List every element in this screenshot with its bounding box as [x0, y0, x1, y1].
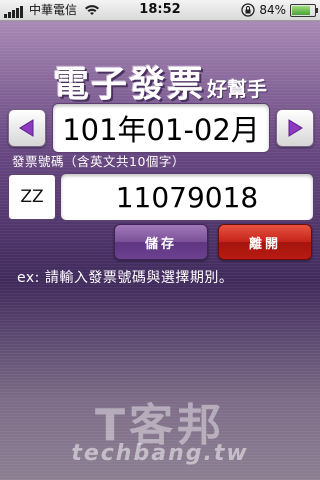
invoice-number-field[interactable]: 11079018 — [60, 173, 314, 221]
watermark-logo-en: techbang.tw — [71, 441, 249, 466]
status-bar: 中華電信 18:52 84% — [0, 0, 320, 21]
triangle-right-icon — [288, 119, 303, 137]
exit-button[interactable]: 離開 — [218, 224, 312, 260]
period-display[interactable]: 101年01-02月 — [52, 103, 270, 153]
invoice-prefix-field[interactable]: ZZ — [8, 174, 56, 220]
triangle-left-icon — [19, 119, 34, 137]
save-button[interactable]: 儲存 — [114, 224, 208, 260]
battery-icon — [290, 3, 318, 17]
app-title-main: 電子發票 — [52, 64, 205, 105]
battery-percent: 84% — [259, 3, 286, 17]
app-title: 電子發票 好幫手 — [0, 55, 320, 107]
app-title-sub: 好幫手 — [207, 77, 267, 101]
instruction-text: ex: 請輸入發票號碼與選擇期別。 — [17, 270, 234, 286]
status-right: 84% — [241, 0, 318, 20]
battery-fill — [292, 5, 311, 15]
invoice-number-hint: 發票號碼（含英文共10個字） — [12, 154, 185, 169]
previous-period-button[interactable] — [8, 109, 46, 147]
next-period-button[interactable] — [276, 109, 314, 147]
rotation-lock-icon — [241, 3, 255, 17]
app-main: 電子發票 好幫手 101年01-02月 發票號碼（含英文共10個字） ZZ 110… — [0, 21, 320, 480]
